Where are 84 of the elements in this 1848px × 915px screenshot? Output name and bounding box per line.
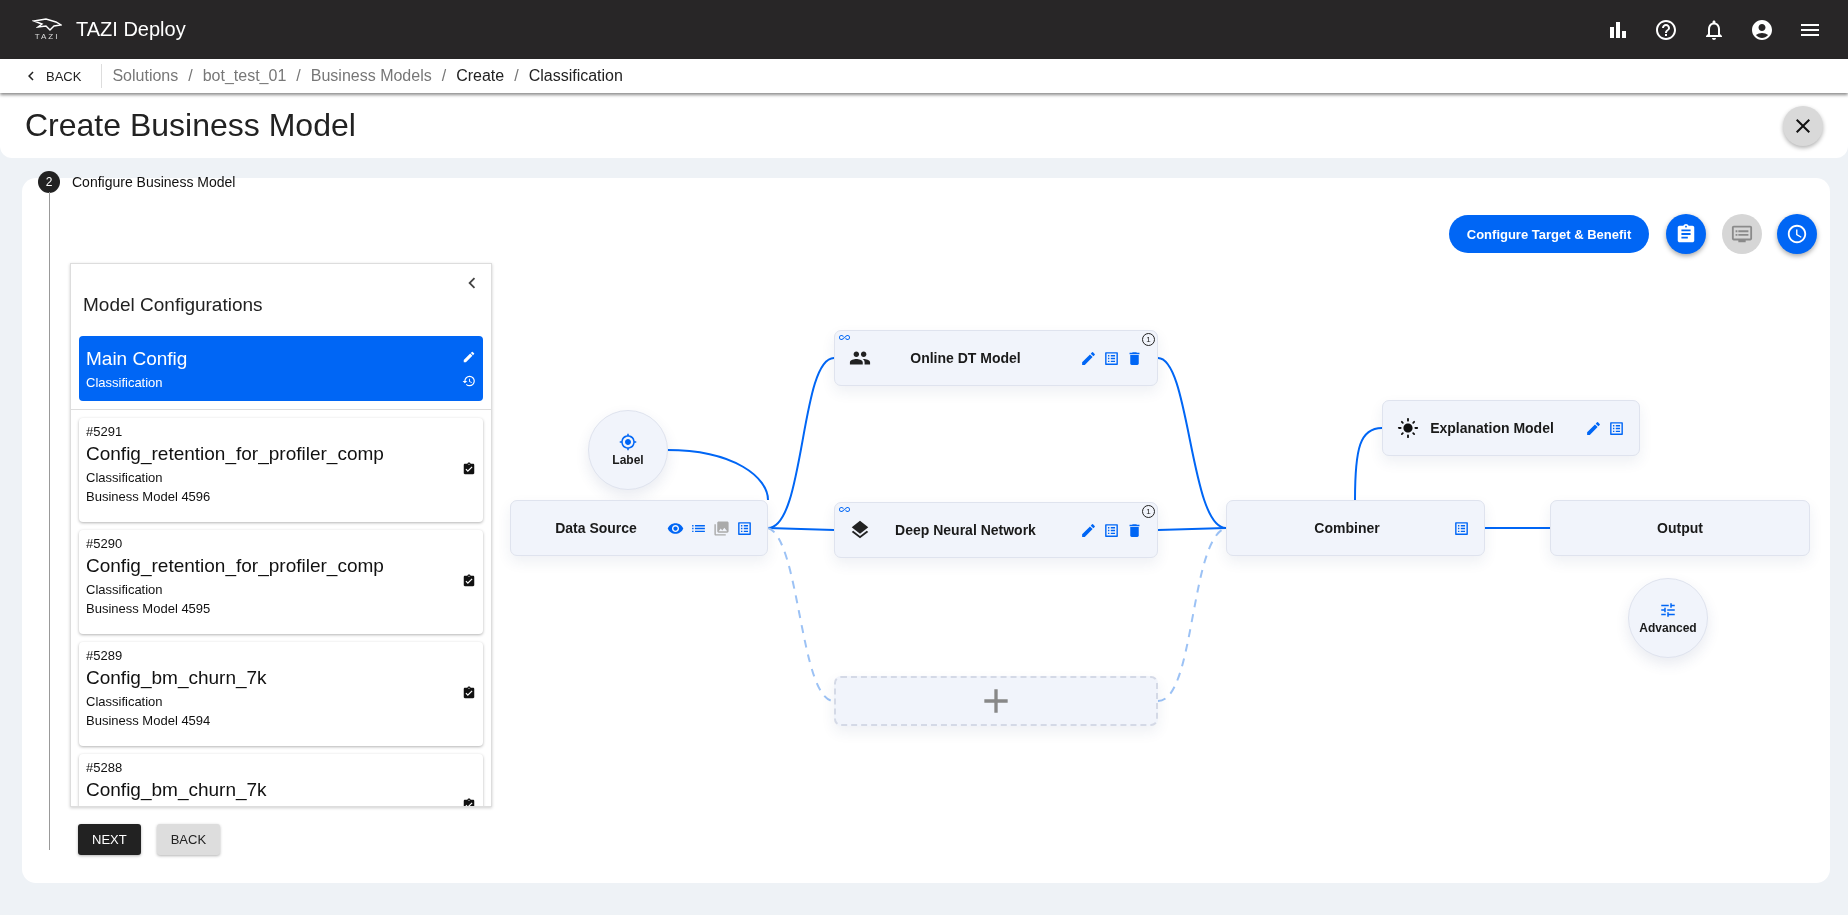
config-name: Config_bm_churn_7k <box>86 778 268 803</box>
model-node[interactable]: 1 Deep Neural Network <box>834 502 1158 558</box>
label-node[interactable]: Label <box>588 410 668 490</box>
breadcrumb-separator: / <box>296 67 301 85</box>
configure-target-button[interactable]: Configure Target & Benefit <box>1449 215 1649 253</box>
config-model: Business Model 4594 <box>86 712 212 729</box>
help-icon[interactable] <box>1654 17 1678 42</box>
config-type: Classification <box>86 374 164 391</box>
breadcrumb-link[interactable]: Create <box>456 67 505 85</box>
target-icon <box>619 433 637 451</box>
config-type: Classification <box>86 581 164 598</box>
app-title: TAZI Deploy <box>76 18 186 41</box>
sliders-icon <box>1659 601 1677 619</box>
table-icon[interactable] <box>1103 521 1120 539</box>
breadcrumb-link[interactable]: bot_test_01 <box>202 67 287 85</box>
back-button[interactable]: BACK <box>156 824 221 855</box>
config-item[interactable]: #5290 Config_retention_for_profiler_comp Classification Business Model 4595 <box>79 530 483 634</box>
config-item[interactable]: #5291 Config_retention_for_profiler_comp Classification Business Model 4596 <box>79 418 483 522</box>
clock-icon <box>1786 223 1808 245</box>
breadcrumb-link[interactable]: Solutions <box>112 67 179 85</box>
config-name: Config_bm_churn_7k <box>86 666 268 691</box>
panel-title: Model Configurations <box>83 294 263 316</box>
step-title: Configure Business Model <box>72 174 236 190</box>
page-title: Create Business Model <box>25 107 356 144</box>
data-source-node[interactable]: Data Source <box>510 500 768 556</box>
monitor-icon <box>1730 223 1753 245</box>
node-label: Explanation Model <box>1429 420 1555 436</box>
node-label: Data Source <box>554 520 638 536</box>
layers-icon <box>849 519 871 541</box>
config-id: #5291 <box>86 424 124 439</box>
explanation-node[interactable]: Explanation Model <box>1382 400 1640 456</box>
edit-icon[interactable] <box>1080 521 1097 539</box>
edit-icon[interactable] <box>1080 349 1097 367</box>
infinity-icon <box>839 332 850 343</box>
table-icon[interactable] <box>736 519 753 537</box>
clipboard-check-icon <box>462 686 476 700</box>
clipboard-button[interactable] <box>1666 214 1706 254</box>
table-icon[interactable] <box>1103 349 1120 367</box>
add-node-button[interactable] <box>834 676 1158 726</box>
breadcrumb-separator: / <box>514 67 519 85</box>
restore-icon[interactable] <box>462 373 476 388</box>
breadcrumb-link[interactable]: Classification <box>528 67 623 85</box>
model-node[interactable]: 1 Online DT Model <box>834 330 1158 386</box>
node-label: Online DT Model <box>909 350 1022 366</box>
account-icon[interactable] <box>1750 17 1774 42</box>
config-id: #5289 <box>86 648 124 663</box>
advanced-node[interactable]: Advanced <box>1628 578 1708 658</box>
combiner-node[interactable]: Combiner <box>1226 500 1485 556</box>
edit-icon[interactable] <box>462 349 476 364</box>
breadcrumb-separator: / <box>188 67 193 85</box>
logo-text: TAZI <box>34 32 60 41</box>
breadcrumb-link[interactable]: Business Models <box>310 67 432 85</box>
next-button[interactable]: NEXT <box>78 824 141 855</box>
logo-icon <box>32 18 62 32</box>
config-name: Main Config <box>86 347 189 371</box>
clipboard-check-icon <box>462 574 476 588</box>
clipboard-icon <box>1675 223 1697 245</box>
config-model: Business Model 4595 <box>86 600 212 617</box>
clock-button[interactable] <box>1777 214 1817 254</box>
output-node[interactable]: Output <box>1550 500 1810 556</box>
node-label: Output <box>1656 520 1704 536</box>
infinity-icon <box>839 504 850 515</box>
connector-line <box>1484 527 1551 529</box>
table-icon[interactable] <box>1608 419 1625 437</box>
config-item[interactable]: #5289 Config_bm_churn_7k Classification Business Model 4594 <box>79 642 483 746</box>
node-label: Combiner <box>1313 520 1381 536</box>
edit-icon[interactable] <box>1585 419 1602 437</box>
config-id: #5288 <box>86 760 124 775</box>
node-label: Deep Neural Network <box>894 522 1037 538</box>
step-number: 2 <box>38 171 60 193</box>
clipboard-check-icon <box>462 462 476 476</box>
back-link[interactable]: BACK <box>22 64 103 88</box>
config-model: Business Model 4596 <box>86 488 212 505</box>
config-item[interactable]: #5288 Config_bm_churn_7k <box>79 754 483 806</box>
sun-icon <box>1397 417 1419 439</box>
config-type: Classification <box>86 693 164 710</box>
config-id: #5290 <box>86 536 124 551</box>
table-icon[interactable] <box>1453 519 1470 537</box>
close-button[interactable] <box>1783 105 1823 146</box>
config-type: Classification <box>86 469 164 486</box>
config-item[interactable]: Main Config Classification <box>79 336 483 401</box>
config-name: Config_retention_for_profiler_comp <box>86 442 385 467</box>
config-name: Config_retention_for_profiler_comp <box>86 554 385 579</box>
breadcrumb-separator: / <box>441 67 447 85</box>
